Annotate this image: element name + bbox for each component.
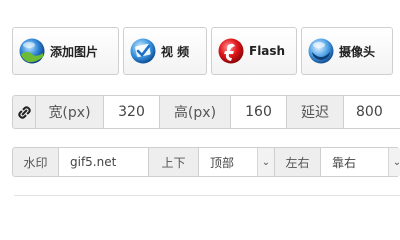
link-icon[interactable] [12,95,36,129]
add-image-button[interactable]: 添加图片 [12,27,119,75]
height-input[interactable]: 160 [230,95,287,129]
add-image-label: 添加图片 [50,44,99,59]
horizontal-position-label: 左右 [274,147,321,177]
source-toolbar: 添加图片 视 频 Flash 摄像头 [12,27,393,75]
delay-input[interactable]: 800 [343,95,400,129]
gif-maker-panel: 添加图片 视 频 Flash 摄像头 宽(px) 320 高(px) 160 延… [0,0,400,200]
video-check-icon [130,38,156,64]
video-label: 视 频 [161,44,190,59]
flash-button[interactable]: Flash [211,27,297,75]
vertical-position-value: 顶部 [210,155,235,170]
watermark-input[interactable]: gif5.net [58,147,149,177]
delay-label: 延迟 [286,95,344,129]
divider [14,195,400,196]
chevron-down-icon[interactable]: ⌄ [388,148,400,176]
size-settings-row: 宽(px) 320 高(px) 160 延迟 800 [12,95,400,129]
vertical-position-label: 上下 [148,147,199,177]
watermark-settings-row: 水印 gif5.net 上下 顶部 ⌄ 左右 靠右 ⌄ [12,147,400,177]
vertical-position-select[interactable]: 顶部 ⌄ [198,147,275,177]
flash-label: Flash [249,44,286,58]
flash-icon [218,38,244,64]
width-input[interactable]: 320 [103,95,160,129]
webcam-button[interactable]: 摄像头 [301,27,393,75]
chevron-down-icon[interactable]: ⌄ [257,148,274,176]
video-button[interactable]: 视 频 [123,27,207,75]
horizontal-position-select[interactable]: 靠右 ⌄ [320,147,400,177]
webcam-label: 摄像头 [339,44,376,59]
webcam-icon [308,38,334,64]
width-label: 宽(px) [35,95,104,129]
height-label: 高(px) [159,95,231,129]
blue-globe-icon [19,38,45,64]
watermark-label: 水印 [12,147,59,177]
horizontal-position-value: 靠右 [332,155,357,170]
